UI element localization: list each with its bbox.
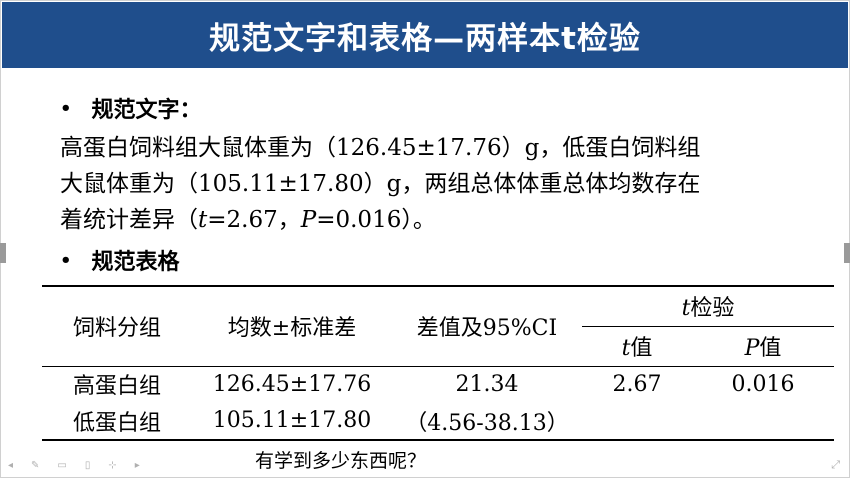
table-row: 高蛋白组 126.45±17.76 21.34 2.67 0.016 <box>42 366 834 402</box>
header-mean-sd: 均数±标准差 <box>192 285 392 367</box>
footer-question: 有学到多少东西呢？ <box>255 450 427 472</box>
bullet-icon: • <box>60 249 72 271</box>
paragraph-text: =0.016）。 <box>316 207 436 233</box>
cell-t <box>582 402 692 441</box>
paragraph-line: 着统计差异（t=2.67，P=0.016）。 <box>60 202 820 238</box>
pointer-icon[interactable]: ⊹ <box>108 460 116 471</box>
cell-mean-sd: 126.45±17.76 <box>212 371 372 397</box>
expand-icon[interactable]: ⤢ <box>831 458 840 472</box>
p-symbol: P <box>300 207 317 233</box>
header-t-test: t检验 <box>582 285 834 327</box>
header-text: 检验 <box>690 296 735 322</box>
header-text: 值 <box>759 336 782 361</box>
eraser-icon[interactable]: ▭ <box>57 460 66 471</box>
section-standard-text: • 规范文字： <box>60 92 202 124</box>
cell-p: 0.016 <box>731 371 795 397</box>
paragraph-text: =2.67， <box>207 207 301 233</box>
slide-title: 规范文字和表格—两样本t检验 <box>209 20 641 57</box>
cell-t: 2.67 <box>612 371 662 397</box>
section-standard-table: • 规范表格 <box>60 244 180 276</box>
header-p-value: P值 <box>692 326 834 367</box>
header-t-value: t值 <box>582 326 692 367</box>
section-heading: 规范文字： <box>91 97 202 123</box>
t-symbol: t <box>198 207 208 233</box>
presenter-toolbar: ◂ ✎ ▭ ▯ ⊹ ▸ <box>8 460 140 471</box>
paragraph-text: 着统计差异（ <box>60 207 198 233</box>
prev-slide-icon[interactable]: ◂ <box>8 460 13 471</box>
cell-p <box>692 402 834 441</box>
title-bar: 规范文字和表格—两样本t检验 <box>2 2 848 68</box>
header-diff-ci: 差值及95%CI <box>392 285 582 367</box>
next-slide-icon[interactable]: ▸ <box>135 460 140 471</box>
highlighter-icon[interactable]: ▯ <box>85 460 91 471</box>
standard-text-paragraph: 高蛋白饲料组大鼠体重为（126.45±17.76）g，低蛋白饲料组 大鼠体重为（… <box>60 130 820 238</box>
right-scroll-handle[interactable] <box>844 243 850 263</box>
cell-mean-sd: 105.11±17.80 <box>192 402 392 441</box>
cell-diff-ci: （4.56-38.13） <box>392 402 582 441</box>
header-group: 饲料分组 <box>42 285 192 367</box>
bullet-icon: • <box>60 97 72 119</box>
paragraph-line: 大鼠体重为（105.11±17.80）g，两组总体体重总体均数存在 <box>60 171 701 197</box>
pen-icon[interactable]: ✎ <box>31 460 39 471</box>
cell-group: 低蛋白组 <box>42 402 192 441</box>
p-symbol: P <box>744 336 760 361</box>
results-table: 饲料分组 均数±标准差 差值及95%CI t检验 t值 P值 高蛋白组 126.… <box>42 285 834 441</box>
table-row: 低蛋白组 105.11±17.80 （4.56-38.13） <box>42 402 834 441</box>
cell-diff-ci: 21.34 <box>455 371 519 397</box>
cell-group: 高蛋白组 <box>72 374 161 400</box>
header-text: 值 <box>630 336 653 361</box>
left-scroll-handle[interactable] <box>0 243 6 263</box>
section-heading: 规范表格 <box>91 249 180 275</box>
paragraph-line: 高蛋白饲料组大鼠体重为（126.45±17.76）g，低蛋白饲料组 <box>60 135 701 161</box>
